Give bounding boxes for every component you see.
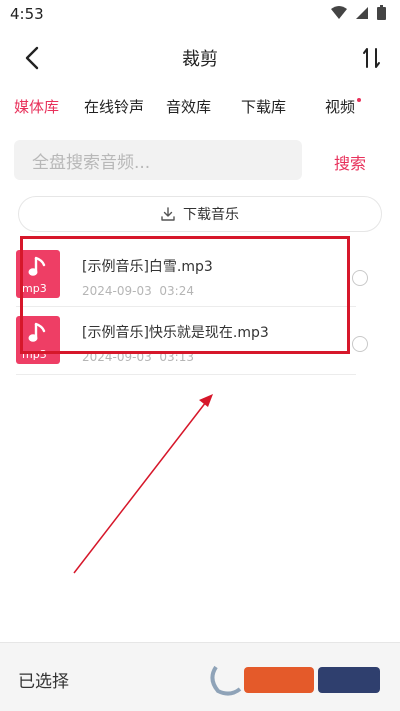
status-bar: 4:53 (0, 0, 400, 28)
sort-button[interactable] (358, 44, 386, 72)
annotation-highlight-box (20, 236, 350, 354)
download-icon (161, 207, 175, 221)
bottom-bar: 已选择 (0, 642, 400, 711)
tab-video[interactable]: 视频 (325, 96, 362, 117)
battery-icon (377, 4, 386, 24)
select-radio[interactable] (352, 270, 368, 286)
search-placeholder: 全盘搜索音频... (32, 152, 151, 173)
select-radio[interactable] (352, 336, 368, 352)
status-icons (331, 4, 386, 24)
sort-icon (363, 48, 380, 68)
signal-icon (355, 5, 369, 24)
search-button[interactable]: 搜索 (334, 150, 366, 174)
tab-online-ringtones[interactable]: 在线铃声 (84, 96, 144, 117)
search-input[interactable]: 全盘搜索音频... (14, 140, 302, 180)
tab-bar: 媒体库 在线铃声 音效库 下载库 视频 (0, 96, 400, 126)
new-badge-dot (357, 98, 362, 102)
title-bar: 裁剪 (0, 36, 400, 80)
tab-sound-effects[interactable]: 音效库 (166, 96, 211, 117)
divider (16, 374, 356, 375)
wifi-icon (331, 5, 347, 24)
tab-downloads[interactable]: 下载库 (241, 96, 286, 117)
back-arrow-icon (25, 46, 39, 70)
watermark-logo (210, 665, 380, 696)
selected-label: 已选择 (18, 672, 69, 692)
tab-media-library[interactable]: 媒体库 (14, 96, 59, 117)
download-music-button[interactable]: 下载音乐 (18, 196, 382, 232)
tab-video-label: 视频 (325, 98, 356, 116)
page-title: 裁剪 (182, 49, 218, 70)
status-time: 4:53 (10, 5, 44, 23)
download-music-label: 下载音乐 (183, 207, 239, 223)
back-button[interactable] (18, 44, 46, 72)
